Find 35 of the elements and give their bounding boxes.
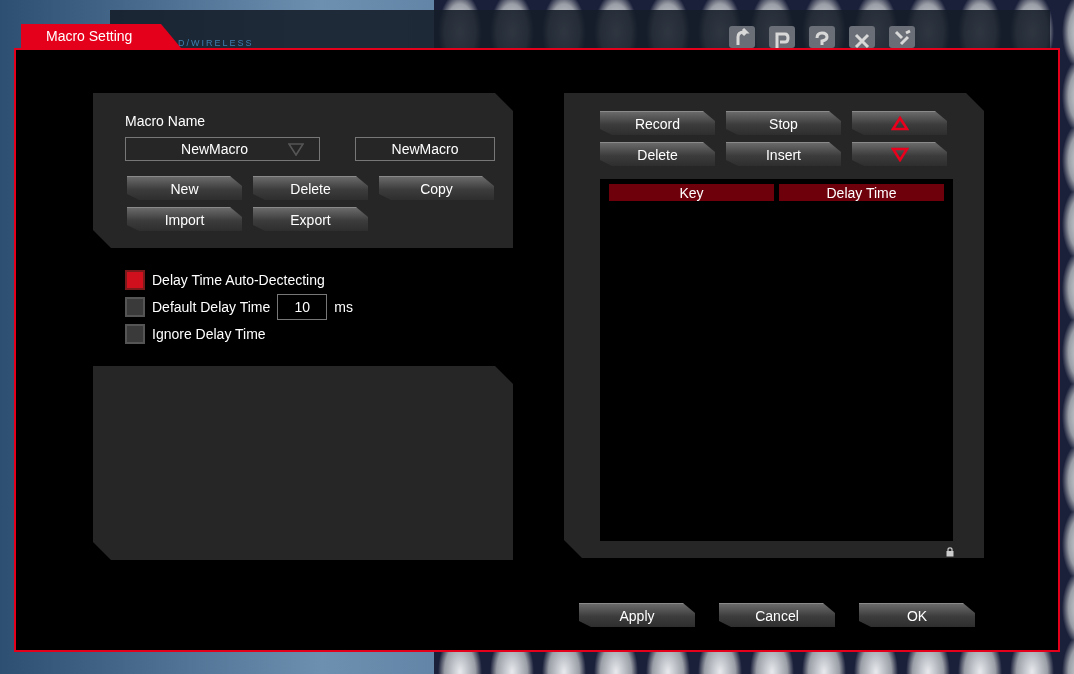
lock-icon — [946, 547, 954, 557]
macro-name-field[interactable]: NewMacro — [355, 137, 495, 161]
macro-dropdown[interactable]: NewMacro — [125, 137, 320, 161]
refresh-icon[interactable] — [729, 26, 755, 48]
column-header: Delay Time — [779, 184, 944, 201]
dropdown-arrow-icon — [287, 142, 304, 156]
macro-button[interactable]: Delete — [253, 176, 368, 200]
record-panel-button[interactable]: Stop — [726, 111, 841, 135]
move-up-button[interactable] — [852, 111, 947, 135]
macro-name-label: Macro Name — [125, 113, 207, 129]
record-panel-button[interactable]: Record — [600, 111, 715, 135]
triangle-up-icon — [890, 116, 909, 131]
option-label: Default Delay Time — [152, 299, 271, 315]
record-panel-button[interactable]: Insert — [726, 142, 841, 166]
footer-button[interactable]: Apply — [579, 603, 695, 627]
macro-button[interactable]: New — [127, 176, 242, 200]
checkbox[interactable] — [125, 297, 145, 317]
unit-label: ms — [334, 299, 353, 315]
option-label: Delay Time Auto-Dectecting — [152, 272, 325, 288]
triangle-down-icon — [890, 147, 909, 162]
footer-button[interactable]: OK — [859, 603, 975, 627]
macro-button[interactable]: Import — [127, 207, 242, 231]
column-header: Key — [609, 184, 774, 201]
brand-text: D/WIRELESS — [178, 38, 254, 48]
close-icon[interactable] — [849, 26, 875, 48]
help-icon[interactable] — [809, 26, 835, 48]
macro-button[interactable]: Export — [253, 207, 368, 231]
checkbox[interactable] — [125, 270, 145, 290]
record-panel-button[interactable]: Delete — [600, 142, 715, 166]
macro-button[interactable]: Copy — [379, 176, 494, 200]
checkbox[interactable] — [125, 324, 145, 344]
delay-input-field[interactable]: 10 — [277, 294, 328, 320]
footer-button[interactable]: Cancel — [719, 603, 835, 627]
move-down-button[interactable] — [852, 142, 947, 166]
option-label: Ignore Delay Time — [152, 326, 266, 342]
